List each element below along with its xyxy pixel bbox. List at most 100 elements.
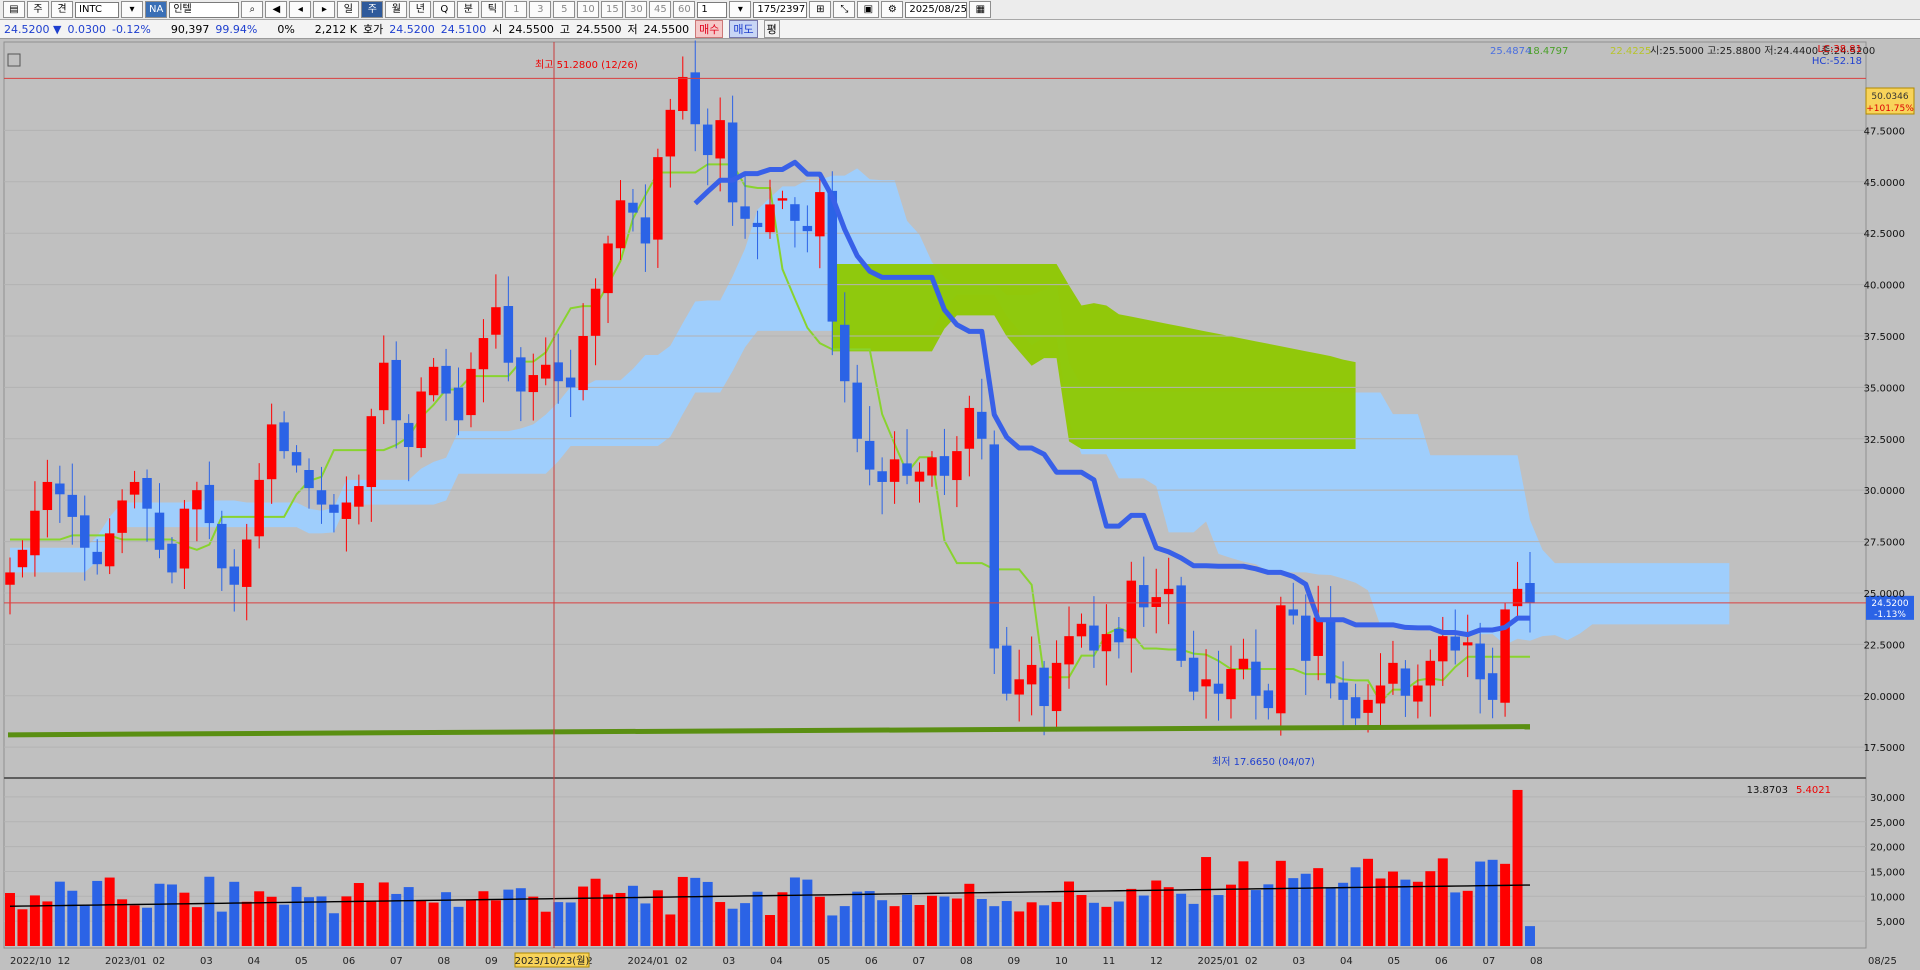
volume-bar bbox=[677, 876, 688, 946]
candle-body bbox=[1400, 668, 1411, 696]
timeframe-minute[interactable]: 분 bbox=[457, 1, 480, 18]
flat-button[interactable]: 평 bbox=[763, 20, 780, 38]
volume-bar bbox=[864, 891, 875, 946]
x-tick-label: 06 bbox=[1435, 956, 1448, 967]
volume-bar bbox=[254, 891, 265, 946]
volume-tick-label: 20,000 bbox=[1870, 843, 1905, 854]
candle-body bbox=[129, 481, 140, 495]
symbol-dropdown-icon[interactable]: ▾ bbox=[121, 1, 143, 18]
volume-bar bbox=[889, 906, 900, 946]
x-tick-label: 05 bbox=[1388, 956, 1401, 967]
volume-bar bbox=[727, 908, 738, 946]
volume-bar bbox=[490, 900, 501, 946]
volume-bar bbox=[553, 902, 564, 946]
settings-icon[interactable]: ⚙ bbox=[881, 1, 904, 18]
timeframe-day[interactable]: 일 bbox=[337, 1, 360, 18]
search-icon[interactable]: ⌕ bbox=[241, 1, 264, 18]
timeframe-month[interactable]: 월 bbox=[385, 1, 408, 18]
current-price: 24.5200 ▼ bbox=[4, 22, 62, 36]
y-tick-label: 35.0000 bbox=[1864, 383, 1905, 394]
interval-5[interactable]: 5 bbox=[553, 1, 576, 18]
timeframe-year[interactable]: 년 bbox=[409, 1, 432, 18]
y-tick-label: 22.5000 bbox=[1864, 640, 1905, 651]
interval-15[interactable]: 15 bbox=[601, 1, 624, 18]
candle-body bbox=[466, 368, 476, 416]
volume-bar bbox=[1400, 879, 1411, 946]
interval-30[interactable]: 30 bbox=[625, 1, 648, 18]
volume-bar bbox=[453, 906, 464, 946]
candle-body bbox=[653, 157, 663, 240]
x-tick-label: 10 bbox=[1055, 956, 1068, 967]
open-value: 24.5500 bbox=[508, 22, 554, 36]
period-button-week[interactable]: 주 bbox=[27, 1, 49, 18]
volume-bar bbox=[565, 902, 576, 946]
window-menu-icon[interactable]: ▤ bbox=[3, 1, 25, 18]
candle-body bbox=[1425, 660, 1436, 686]
high-label: 고 bbox=[559, 23, 570, 36]
market-badge: NA bbox=[145, 1, 168, 18]
candle-body bbox=[1301, 615, 1311, 661]
unit-input[interactable]: 1 bbox=[697, 1, 728, 18]
candle-body bbox=[354, 486, 364, 507]
volume-tick-label: 25,000 bbox=[1870, 818, 1905, 829]
interval-1[interactable]: 1 bbox=[505, 1, 528, 18]
volume-bar bbox=[291, 886, 302, 946]
interval-10[interactable]: 10 bbox=[577, 1, 600, 18]
stock-name-field[interactable]: 인텔 bbox=[169, 1, 240, 18]
volume-bar bbox=[951, 898, 962, 946]
candle-body bbox=[727, 122, 738, 203]
candle-body bbox=[1375, 685, 1386, 704]
volume-bar bbox=[1363, 858, 1374, 946]
y-tick-label: 20.0000 bbox=[1864, 692, 1905, 703]
timeframe-quarter[interactable]: Q bbox=[433, 1, 456, 18]
timeframe-tick[interactable]: 틱 bbox=[481, 1, 504, 18]
symbol-input[interactable]: INTC bbox=[75, 1, 119, 18]
calendar-icon[interactable]: ▦ bbox=[969, 1, 992, 18]
zoom-icon[interactable]: ⤡ bbox=[833, 1, 856, 18]
candle-body bbox=[1512, 588, 1523, 607]
period-button-view[interactable]: 견 bbox=[51, 1, 73, 18]
candle-body bbox=[640, 217, 651, 244]
volume-bar bbox=[914, 905, 925, 946]
interval-60[interactable]: 60 bbox=[673, 1, 696, 18]
candle-body bbox=[952, 451, 962, 481]
count-field[interactable]: 175/2397 bbox=[753, 1, 808, 18]
volume-bar bbox=[789, 877, 800, 946]
unit-dropdown-icon[interactable]: ▾ bbox=[729, 1, 752, 18]
sell-button[interactable]: 매도 bbox=[729, 20, 758, 38]
candle-body bbox=[1251, 661, 1261, 696]
x-tick-label: 04 bbox=[1340, 956, 1353, 967]
x-tick-label: 07 bbox=[913, 956, 926, 967]
volume-bar bbox=[29, 895, 40, 946]
candle-body bbox=[1114, 628, 1124, 643]
save-icon[interactable]: ▣ bbox=[857, 1, 880, 18]
buy-button[interactable]: 매수 bbox=[695, 20, 724, 38]
next-icon[interactable]: ▸ bbox=[313, 1, 336, 18]
volume-bar bbox=[1213, 895, 1224, 946]
interval-3[interactable]: 3 bbox=[529, 1, 552, 18]
volume-bar bbox=[1313, 868, 1324, 946]
high-value: 24.5500 bbox=[576, 22, 622, 36]
candle-body bbox=[67, 494, 78, 517]
candle-body bbox=[341, 502, 352, 519]
candle bbox=[1176, 576, 1186, 668]
stock-chart[interactable]: 24.5200-1.13% 17.5000 20.0000 22.5000 25.00… bbox=[0, 40, 1920, 970]
x-tick-label: 09 bbox=[485, 956, 498, 967]
volume-bar bbox=[142, 907, 153, 946]
date-input[interactable]: 2025/08/25 bbox=[905, 1, 968, 18]
candle-body bbox=[1363, 699, 1373, 713]
prev-icon[interactable]: ◂ bbox=[289, 1, 312, 18]
interval-45[interactable]: 45 bbox=[649, 1, 672, 18]
link-icon[interactable]: ⊞ bbox=[809, 1, 832, 18]
volume-bar bbox=[241, 901, 252, 946]
speaker-icon[interactable]: ◀ bbox=[265, 1, 288, 18]
candle-body bbox=[80, 515, 90, 548]
ichimoku-b-value: 18.4797 bbox=[1527, 46, 1568, 57]
x-tick-label: 07 bbox=[1483, 956, 1496, 967]
min-price-label: 최저 17.6650 (04/07) bbox=[1212, 756, 1315, 768]
timeframe-week[interactable]: 주 bbox=[361, 1, 384, 18]
candle-body bbox=[117, 500, 127, 533]
candle-body bbox=[55, 483, 65, 495]
volume-bar bbox=[266, 896, 277, 946]
volume-bar bbox=[229, 881, 240, 946]
